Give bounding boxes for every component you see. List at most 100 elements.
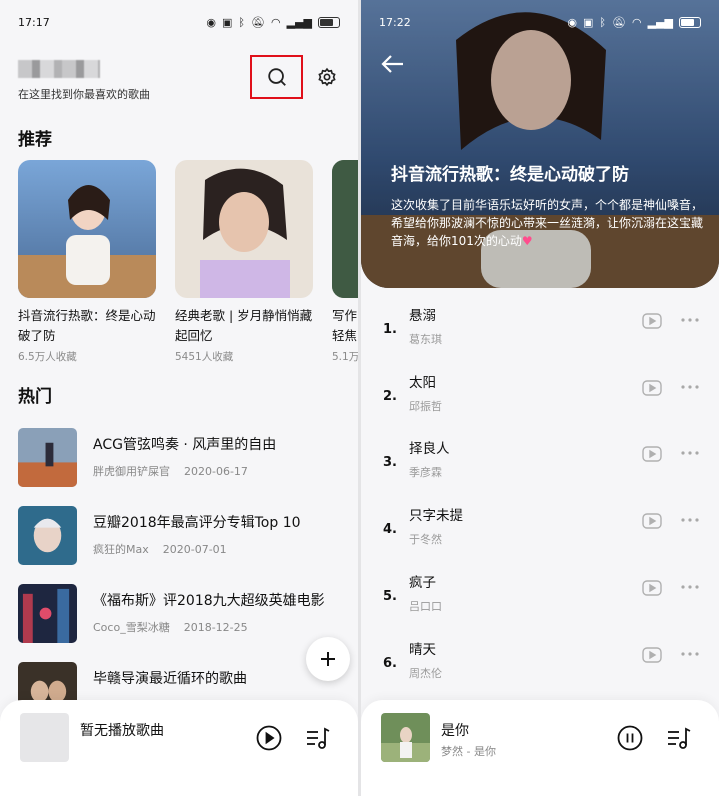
track-number: 4. xyxy=(383,522,397,537)
more-button[interactable] xyxy=(679,512,701,528)
add-button[interactable] xyxy=(306,637,350,681)
recommend-card[interactable]: 抖音流行热歌：终是心动破了防 6.5万人收藏 xyxy=(18,160,156,364)
track-row[interactable]: 1. 悬溺 葛东琪 xyxy=(361,300,719,360)
mini-player-cover xyxy=(381,713,430,762)
playlist-cover xyxy=(18,428,77,487)
pause-circle-icon xyxy=(617,725,643,751)
status-bar: 17:22 ◉ ▣ ᛒ 🔕︎ ◠ ▂▄▆ xyxy=(361,0,719,44)
playlist-favorites: 6.5万人收藏 xyxy=(18,351,77,363)
playlist-cover xyxy=(18,584,77,643)
mv-button[interactable] xyxy=(642,446,662,462)
mv-button[interactable] xyxy=(642,380,662,396)
page-subtitle: 在这里找到你最喜欢的歌曲 xyxy=(18,88,150,101)
wifi-icon: ◠ xyxy=(271,15,281,29)
mv-button[interactable] xyxy=(642,580,662,596)
playlist-title: 经典老歌 | 岁月静悄悄藏起回忆 xyxy=(175,308,313,343)
mini-player-artist: 梦然 - 是你 xyxy=(441,745,496,758)
playlist-title: 抖音流行热歌：终是心动破了防 xyxy=(391,165,629,185)
more-button[interactable] xyxy=(679,379,701,395)
track-artist: 周杰伦 xyxy=(409,667,442,680)
more-button[interactable] xyxy=(679,646,701,662)
mini-player[interactable]: 是你 梦然 - 是你 xyxy=(361,700,719,796)
more-icon xyxy=(681,518,699,522)
track-name: 择良人 xyxy=(409,441,450,457)
recommend-heading: 推荐 xyxy=(18,130,52,150)
track-row[interactable]: 6. 晴天 周杰伦 xyxy=(361,634,719,694)
status-bar: 17:17 ◉ ▣ ᛒ 🔕︎ ◠ ▂▄▆ xyxy=(0,0,358,44)
more-button[interactable] xyxy=(679,579,701,595)
mv-icon xyxy=(642,647,662,663)
play-circle-icon xyxy=(256,725,282,751)
status-time: 17:17 xyxy=(18,15,50,29)
mv-button[interactable] xyxy=(642,647,662,663)
recommend-carousel[interactable]: 抖音流行热歌：终是心动破了防 6.5万人收藏 经典老歌 | 岁月静悄悄藏起回忆 … xyxy=(18,160,358,372)
cover-image xyxy=(18,506,77,565)
heart-icon: ♥ xyxy=(521,234,533,248)
track-name: 太阳 xyxy=(409,375,436,391)
playlist-meta: Coco_雪梨冰糖 2018-12-25 xyxy=(93,619,248,635)
playlist-cover xyxy=(18,506,77,565)
mini-player[interactable]: 暂无播放歌曲 xyxy=(0,700,358,796)
playlist-title: 豆瓣2018年最高评分专辑Top 10 xyxy=(93,515,301,531)
settings-button[interactable] xyxy=(316,66,338,88)
track-number: 3. xyxy=(383,455,397,470)
playlist-title: 抖音流行热歌：终是心动破了防 xyxy=(18,308,156,343)
signal-icon: ▂▄▆ xyxy=(647,15,673,29)
eye-icon: ◉ xyxy=(206,15,217,29)
more-button[interactable] xyxy=(679,445,701,461)
track-number: 5. xyxy=(383,589,397,604)
track-row[interactable]: 2. 太阳 邱振哲 xyxy=(361,367,719,427)
track-artist: 季彦霖 xyxy=(409,466,442,479)
username-blurred xyxy=(18,60,100,78)
playlist-favorites: 5451人收藏 xyxy=(175,351,234,363)
track-name: 疯子 xyxy=(409,575,436,591)
track-row[interactable]: 3. 择良人 季彦霖 xyxy=(361,433,719,493)
more-icon xyxy=(681,585,699,589)
track-artist: 吕口口 xyxy=(409,600,442,613)
recommend-card[interactable]: 写作轻焦 5.1万 xyxy=(332,160,358,364)
mv-button[interactable] xyxy=(642,513,662,529)
playlist-date: 2020-06-17 xyxy=(184,465,248,478)
playlist-queue-button[interactable] xyxy=(305,725,331,751)
back-button[interactable] xyxy=(379,50,407,78)
recommend-card[interactable]: 经典老歌 | 岁月静悄悄藏起回忆 5451人收藏 xyxy=(175,160,313,364)
cover-image xyxy=(18,160,156,298)
playlist-meta: 胖虎御用铲屎官 2020-06-17 xyxy=(93,463,248,479)
play-button[interactable] xyxy=(256,725,282,751)
battery-icon xyxy=(318,16,340,28)
search-button[interactable] xyxy=(250,55,303,99)
status-icons: ◉ ▣ ᛒ 🔕︎ ◠ ▂▄▆ xyxy=(206,16,340,29)
hot-playlist-item[interactable]: ACG管弦鸣奏 · 风声里的自由 胖虎御用铲屎官 2020-06-17 xyxy=(18,428,348,488)
pause-button[interactable] xyxy=(617,725,643,751)
music-home-screen: 17:17 ◉ ▣ ᛒ 🔕︎ ◠ ▂▄▆ 在这里找到你最喜欢的歌曲 推荐 抖音流… xyxy=(0,0,358,796)
mv-icon xyxy=(642,313,662,329)
playlist-description: 这次收集了目前华语乐坛好听的女声，个个都是神仙嗓音，希望给你那波澜不惊的心带来一… xyxy=(391,196,703,250)
more-button[interactable] xyxy=(679,312,701,328)
gear-icon xyxy=(318,67,336,87)
playlist-description-text: 这次收集了目前华语乐坛好听的女声，个个都是神仙嗓音，希望给你那波澜不惊的心带来一… xyxy=(391,198,704,248)
playlist-title: ACG管弦鸣奏 · 风声里的自由 xyxy=(93,437,277,453)
cover-image xyxy=(175,160,313,298)
track-artist: 葛东琪 xyxy=(409,333,442,346)
playlist-queue-button[interactable] xyxy=(666,725,692,751)
playlist-title: 《福布斯》评2018九大超级英雄电影 xyxy=(93,593,325,609)
track-number: 2. xyxy=(383,389,397,404)
mv-icon xyxy=(642,446,662,462)
playlist-author: 疯狂的Max xyxy=(93,543,149,556)
track-row[interactable]: 4. 只字未提 于冬然 xyxy=(361,500,719,560)
track-name: 晴天 xyxy=(409,642,436,658)
mini-player-title: 是你 xyxy=(441,723,469,739)
playlist-cover xyxy=(18,160,156,298)
hot-playlist-item[interactable]: 豆瓣2018年最高评分专辑Top 10 疯狂的Max 2020-07-01 xyxy=(18,506,348,566)
hot-playlist-item[interactable]: 《福布斯》评2018九大超级英雄电影 Coco_雪梨冰糖 2018-12-25 xyxy=(18,584,348,644)
mv-icon xyxy=(642,580,662,596)
battery-icon xyxy=(679,16,701,28)
nfc-icon: ▣ xyxy=(222,15,233,29)
track-row[interactable]: 5. 疯子 吕口口 xyxy=(361,567,719,627)
playlist-author: 胖虎御用铲屎官 xyxy=(93,465,170,478)
back-arrow-icon xyxy=(381,55,403,73)
track-artist: 于冬然 xyxy=(409,533,442,546)
mute-icon: 🔕︎ xyxy=(612,15,626,29)
mv-button[interactable] xyxy=(642,313,662,329)
bluetooth-icon: ᛒ xyxy=(238,15,246,29)
